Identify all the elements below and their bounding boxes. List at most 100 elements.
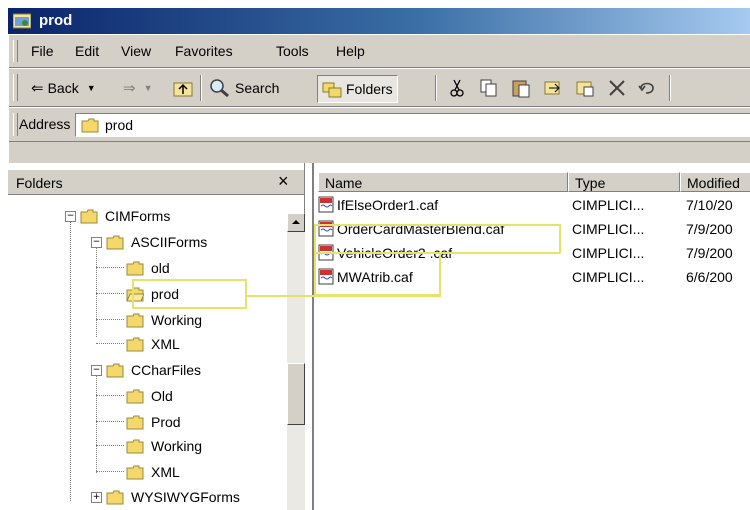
scroll-thumb[interactable] bbox=[287, 363, 305, 425]
menu-view[interactable]: View bbox=[121, 43, 151, 59]
chevron-down-icon: ▼ bbox=[86, 83, 96, 93]
back-label: Back bbox=[47, 80, 79, 96]
paste-icon[interactable] bbox=[511, 78, 531, 98]
file-name: IfElseOrder1.caf bbox=[337, 196, 439, 213]
folder-icon bbox=[80, 209, 98, 223]
tree-item-label: CIMForms bbox=[105, 208, 171, 224]
file-list-pane: Name Type Modified IfElseOrder1.caf CIMP… bbox=[312, 163, 750, 510]
collapse-icon[interactable]: − bbox=[65, 211, 76, 222]
back-arrow-icon: ⇐ bbox=[31, 79, 44, 97]
tree-item-old[interactable]: old bbox=[126, 257, 172, 279]
search-button[interactable]: Search bbox=[209, 76, 279, 100]
callout-box-selected-file bbox=[314, 224, 561, 254]
toolbar-separator bbox=[435, 75, 437, 101]
tree-item-working[interactable]: Working bbox=[126, 309, 204, 331]
menu-grip[interactable] bbox=[13, 40, 18, 62]
file-type: CIMPLICI... bbox=[572, 197, 645, 213]
folder-icon bbox=[126, 313, 144, 327]
scroll-up-button[interactable] bbox=[287, 213, 305, 232]
tree-item-label: Old bbox=[151, 388, 173, 404]
callout-box-files bbox=[314, 254, 441, 296]
folders-pane: Folders × − CIMForms − ASCIIForms old pr… bbox=[8, 163, 305, 510]
tree-line bbox=[96, 267, 124, 268]
forward-button[interactable]: ⇒ ▼ bbox=[123, 76, 153, 100]
tree-item-label: WYSIWYGForms bbox=[131, 489, 240, 505]
delete-icon[interactable] bbox=[607, 78, 627, 98]
folder-icon bbox=[126, 439, 144, 453]
menu-help[interactable]: Help bbox=[336, 43, 365, 59]
back-button[interactable]: ⇐ Back ▼ bbox=[31, 76, 96, 100]
window-title: prod bbox=[39, 12, 73, 29]
move-to-icon[interactable] bbox=[543, 78, 563, 98]
toolbar-separator bbox=[669, 75, 671, 101]
tree-item-label: old bbox=[151, 260, 170, 276]
menu-file[interactable]: File bbox=[31, 43, 54, 59]
column-header-name[interactable]: Name bbox=[318, 172, 568, 192]
tree-line bbox=[96, 395, 124, 396]
file-modified: 7/10/20 bbox=[686, 197, 733, 213]
file-type: CIMPLICI... bbox=[572, 221, 645, 237]
address-grip[interactable] bbox=[13, 113, 18, 136]
menu-favorites[interactable]: Favorites bbox=[175, 43, 233, 59]
folders-button[interactable]: Folders bbox=[317, 75, 398, 103]
address-field[interactable]: prod bbox=[75, 113, 750, 137]
tree-item-cimforms[interactable]: CIMForms bbox=[80, 205, 172, 227]
tree-item-wysiwygforms[interactable]: WYSIWYGForms bbox=[106, 486, 242, 508]
folder-icon bbox=[126, 261, 144, 275]
tree-item-prod[interactable]: Prod bbox=[126, 411, 183, 433]
folder-icon bbox=[106, 235, 124, 249]
tree-item-ccharfiles[interactable]: CCharFiles bbox=[106, 359, 203, 381]
tree-item-label: XML bbox=[151, 336, 180, 352]
title-bar[interactable]: prod bbox=[8, 8, 750, 34]
expand-icon[interactable]: + bbox=[91, 492, 102, 503]
tree-line bbox=[96, 243, 97, 337]
folder-icon bbox=[126, 337, 144, 351]
tree-item-old[interactable]: Old bbox=[126, 385, 175, 407]
copy-icon[interactable] bbox=[479, 78, 499, 98]
cut-icon[interactable] bbox=[447, 78, 467, 98]
tree-item-label: XML bbox=[151, 464, 180, 480]
toolbar-separator bbox=[200, 75, 202, 101]
tree-item-working[interactable]: Working bbox=[126, 435, 204, 457]
menu-bar: File Edit View Favorites Tools Help bbox=[9, 34, 750, 68]
column-header-type[interactable]: Type bbox=[568, 172, 680, 192]
folder-icon bbox=[81, 118, 99, 132]
window-chrome: File Edit View Favorites Tools Help ⇐ Ba… bbox=[8, 34, 750, 163]
undo-icon[interactable] bbox=[637, 78, 657, 98]
menu-edit[interactable]: Edit bbox=[75, 43, 99, 59]
tree-item-xml[interactable]: XML bbox=[126, 333, 182, 355]
collapse-icon[interactable]: − bbox=[91, 365, 102, 376]
tree-line bbox=[96, 445, 124, 446]
tree-item-label: ASCIIForms bbox=[131, 234, 208, 250]
address-label: Address bbox=[19, 116, 71, 132]
vertical-scrollbar[interactable] bbox=[287, 213, 305, 510]
up-folder-icon[interactable] bbox=[173, 78, 193, 98]
forward-arrow-icon: ⇒ bbox=[123, 79, 136, 97]
arrow-up-icon bbox=[292, 220, 300, 224]
close-icon[interactable]: × bbox=[278, 172, 289, 190]
file-row[interactable]: IfElseOrder1.caf CIMPLICI... 7/10/20 bbox=[314, 194, 750, 216]
collapse-icon[interactable]: − bbox=[91, 237, 102, 248]
toolbar-grip[interactable] bbox=[13, 74, 18, 101]
folder-icon bbox=[126, 465, 144, 479]
menu-tools[interactable]: Tools bbox=[276, 43, 309, 59]
tree-line bbox=[96, 343, 124, 344]
copy-to-icon[interactable] bbox=[575, 78, 595, 98]
search-label: Search bbox=[235, 80, 280, 96]
column-header-modified[interactable]: Modified bbox=[680, 172, 750, 192]
tree-line bbox=[70, 221, 71, 501]
toolbar: ⇐ Back ▼ ⇒ ▼ Search Folders bbox=[9, 68, 750, 107]
folder-icon bbox=[106, 490, 124, 504]
folder-icon bbox=[126, 415, 144, 429]
folder-window-icon bbox=[13, 13, 31, 29]
address-value: prod bbox=[105, 117, 134, 133]
file-modified: 7/9/200 bbox=[686, 245, 733, 261]
tree-line bbox=[96, 319, 124, 320]
callout-box-prod-folder bbox=[132, 279, 247, 309]
tree-item-asciiforms[interactable]: ASCIIForms bbox=[106, 231, 209, 253]
file-type: CIMPLICI... bbox=[572, 245, 645, 261]
tree-line bbox=[96, 293, 124, 294]
tree-item-xml[interactable]: XML bbox=[126, 461, 182, 483]
address-bar: Address prod bbox=[9, 107, 750, 142]
file-type: CIMPLICI... bbox=[572, 269, 645, 285]
